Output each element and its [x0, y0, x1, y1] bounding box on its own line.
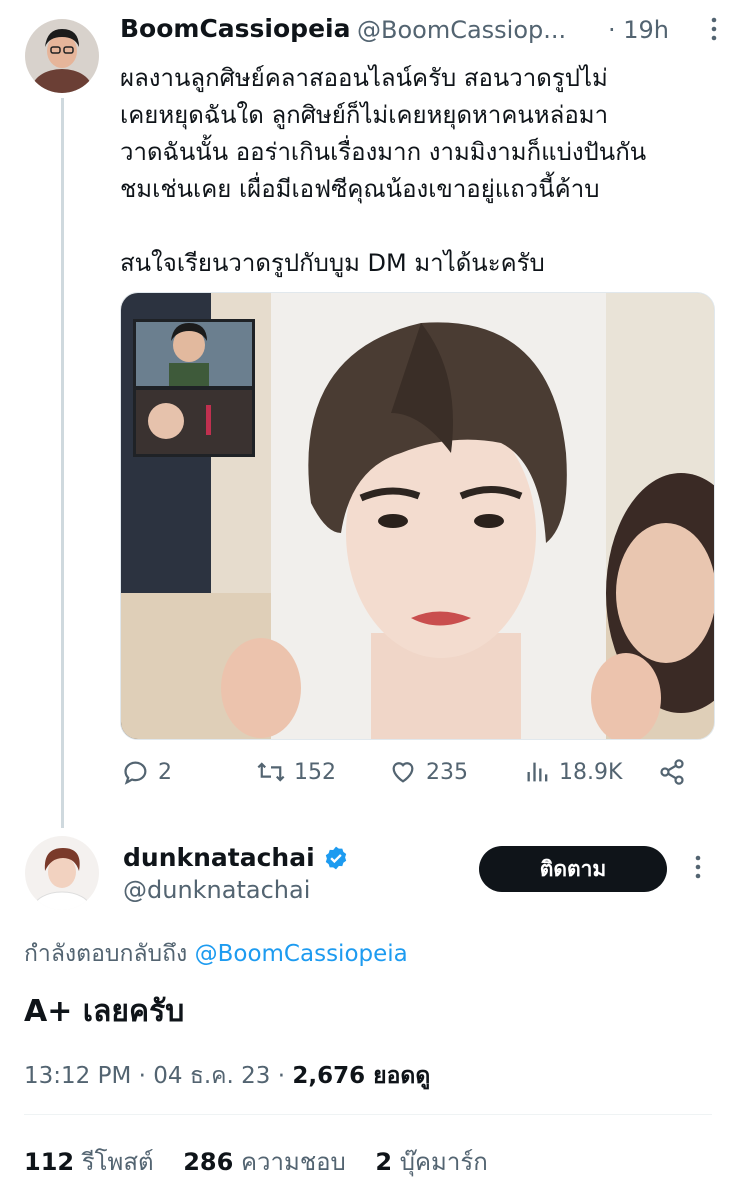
- bookmarks-stat-number[interactable]: 2: [375, 1148, 392, 1176]
- reply-views: 2,676 ยอดดู: [292, 1063, 431, 1089]
- reply-author-handle[interactable]: @dunknatachai: [123, 876, 310, 904]
- retweets-stat-number[interactable]: 112: [24, 1148, 74, 1176]
- bookmarks-stat-label[interactable]: บุ๊คมาร์ก: [400, 1148, 488, 1176]
- more-options-icon[interactable]: [687, 852, 709, 882]
- views-count: 18.9K: [559, 759, 623, 785]
- tweet-line: เคยหยุดฉันใด ลูกศิษย์ก็ไม่เคยหยุดหาคนหล่…: [120, 101, 609, 129]
- tweet-media-image[interactable]: [120, 292, 715, 740]
- author-handle[interactable]: @BoomCassiop...: [357, 16, 566, 44]
- retweet-icon: [257, 762, 285, 782]
- share-button[interactable]: [658, 758, 694, 786]
- tweet-line: ผลงานลูกศิษย์คลาสออนไลน์ครับ สอนวาดรูปไม…: [120, 64, 608, 92]
- divider: [24, 1114, 712, 1115]
- likes-stat-number[interactable]: 286: [183, 1148, 233, 1176]
- tweet-action-bar: 2 152 235 18.9K: [120, 758, 720, 798]
- reply-author-display-name[interactable]: dunknatachai: [123, 843, 315, 872]
- like-count: 235: [426, 759, 468, 785]
- share-icon: [660, 759, 684, 785]
- reply-count: 2: [158, 759, 172, 785]
- heart-icon: [392, 762, 414, 783]
- replying-to-prefix: กำลังตอบกลับถึง: [24, 941, 188, 967]
- views-button[interactable]: 18.9K: [525, 758, 622, 786]
- tweet-timestamp[interactable]: · 19h: [608, 16, 669, 44]
- tweet-line: ชมเช่นเคย เผื่อมีเอฟซีคุณน้องเขาอยู่แถวน…: [120, 175, 600, 203]
- reply-icon: [124, 761, 147, 785]
- retweet-button[interactable]: 152: [256, 758, 336, 786]
- retweet-count: 152: [294, 759, 336, 785]
- thread-connector-line: [61, 98, 64, 828]
- retweets-stat-label[interactable]: รีโพสต์: [82, 1148, 154, 1176]
- reply-button[interactable]: 2: [122, 758, 172, 786]
- author-display-name[interactable]: BoomCassiopeia: [120, 14, 350, 43]
- reply-timestamp[interactable]: 13:12 PM · 04 ธ.ค. 23 ·: [24, 1063, 292, 1089]
- tweet-body: ผลงานลูกศิษย์คลาสออนไลน์ครับ สอนวาดรูปไม…: [120, 60, 720, 282]
- reply-meta: 13:12 PM · 04 ธ.ค. 23 · 2,676 ยอดดู: [24, 1058, 430, 1094]
- replying-to-handle-link[interactable]: @BoomCassiopeia: [195, 941, 408, 967]
- engagement-stats: 112 รีโพสต์ 286 ความชอบ 2 บุ๊คมาร์ก: [24, 1142, 510, 1181]
- replying-to-line: กำลังตอบกลับถึง @BoomCassiopeia: [24, 936, 408, 972]
- follow-button[interactable]: ติดตาม: [479, 846, 667, 892]
- tweet-line: วาดฉันนั้น ออร่าเกินเรื่องมาก งามมิงามก็…: [120, 138, 647, 166]
- like-button[interactable]: 235: [388, 758, 468, 786]
- views-chart-icon: [527, 762, 548, 782]
- reply-body: A+ เลยครับ: [24, 994, 185, 1029]
- tweet-line: สนใจเรียนวาดรูปกับบูม DM มาได้นะครับ: [120, 249, 545, 277]
- verified-badge-icon: [325, 846, 346, 869]
- reply-author-avatar[interactable]: [25, 836, 99, 910]
- reply-author-name-row[interactable]: dunknatachai: [123, 843, 349, 872]
- likes-stat-label[interactable]: ความชอบ: [241, 1148, 346, 1176]
- author-avatar[interactable]: [25, 19, 99, 93]
- more-options-icon[interactable]: [703, 14, 725, 44]
